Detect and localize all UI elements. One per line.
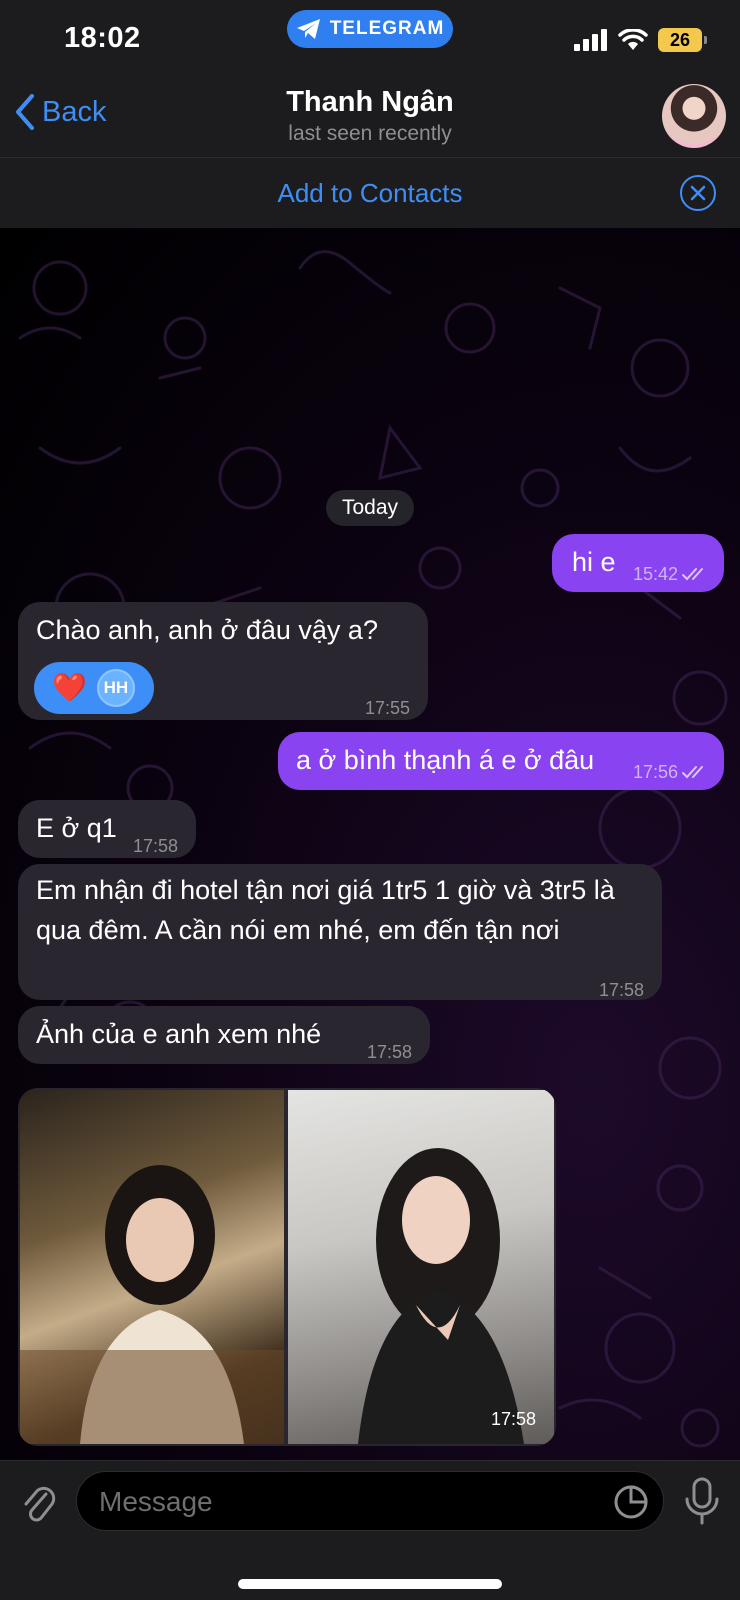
attach-button[interactable]: [18, 1477, 58, 1527]
photo-album-message[interactable]: 17:58: [18, 1088, 556, 1446]
double-check-icon: [682, 766, 703, 779]
message-text: Ảnh của e anh xem nhé: [36, 1019, 322, 1049]
message-field[interactable]: [76, 1471, 664, 1531]
message-time: 17:58: [366, 1042, 412, 1062]
message-time: 15:42: [632, 564, 678, 584]
message-meta: 17:58: [367, 1032, 412, 1072]
contact-name[interactable]: Thanh Ngân: [0, 86, 740, 119]
message-meta: 17:58: [133, 826, 178, 866]
reaction-user-avatar: HH: [96, 669, 135, 707]
chat-area[interactable]: Today hi e 15:42 Chào anh, anh ở đâu vậy…: [0, 228, 740, 1460]
add-contact-bar: Add to Contacts: [0, 158, 740, 228]
message-time: 17:58: [132, 836, 178, 856]
telegram-plane-icon: [296, 19, 320, 39]
add-to-contacts-button[interactable]: Add to Contacts: [0, 178, 740, 209]
paperclip-icon: [24, 1486, 56, 1522]
message-input[interactable]: [99, 1482, 579, 1522]
message-text: a ở bình thạnh á e ở đâu: [296, 745, 595, 775]
telegram-pill[interactable]: TELEGRAM: [287, 10, 453, 48]
message-outgoing[interactable]: a ở bình thạnh á e ở đâu 17:56: [278, 732, 724, 790]
message-time: 17:58: [490, 1409, 536, 1429]
photo-thumbnail[interactable]: [288, 1090, 554, 1444]
close-icon[interactable]: [680, 175, 716, 211]
double-check-icon: [682, 568, 703, 581]
message-meta: 17:55: [365, 688, 410, 728]
message-outgoing[interactable]: hi e 15:42: [552, 534, 724, 592]
message-time: 17:55: [364, 698, 410, 718]
message-input-bar: [0, 1460, 740, 1600]
photo-2-figure: [358, 1148, 524, 1444]
x-mark-icon: [690, 185, 706, 201]
date-separator: Today: [326, 490, 414, 526]
message-incoming[interactable]: Ảnh của e anh xem nhé 17:58: [18, 1006, 430, 1064]
message-text: E ở q1: [36, 813, 117, 843]
chat-header: Back Thanh Ngân last seen recently: [0, 72, 740, 158]
status-icons: 26: [574, 28, 707, 52]
message-text: Em nhận đi hotel tận nơi giá 1tr5 1 giờ …: [36, 875, 615, 945]
photo-1-figure: [20, 1165, 284, 1444]
signal-icon: [574, 29, 607, 51]
message-meta: 15:42: [633, 554, 708, 594]
message-meta: 17:56: [633, 752, 708, 792]
reaction-chip[interactable]: ❤️ HH: [34, 662, 154, 714]
message-incoming[interactable]: E ở q1 17:58: [18, 800, 196, 858]
battery-icon: 26: [658, 28, 707, 52]
heart-reaction-icon: ❤️: [52, 672, 87, 703]
home-indicator: [238, 1579, 502, 1589]
microphone-icon[interactable]: [682, 1475, 722, 1527]
message-incoming[interactable]: Em nhận đi hotel tận nơi giá 1tr5 1 giờ …: [18, 864, 662, 1000]
message-text: hi e: [572, 547, 616, 577]
avatar[interactable]: [662, 84, 726, 148]
message-text: Chào anh, anh ở đâu vậy a?: [36, 615, 378, 645]
contact-status: last seen recently: [288, 122, 452, 145]
wifi-icon: [618, 29, 648, 50]
message-meta: 17:58: [599, 970, 644, 1010]
telegram-pill-label: TELEGRAM: [329, 18, 445, 39]
sticker-icon[interactable]: [613, 1484, 649, 1520]
message-time: 17:56: [632, 762, 678, 782]
message-time: 17:58: [598, 980, 644, 1000]
status-bar: 18:02 TELEGRAM 26: [0, 0, 740, 72]
message-incoming[interactable]: Chào anh, anh ở đâu vậy a? ❤️ HH 17:55: [18, 602, 428, 720]
status-time: 18:02: [64, 22, 141, 54]
photo-thumbnail[interactable]: [20, 1090, 284, 1444]
